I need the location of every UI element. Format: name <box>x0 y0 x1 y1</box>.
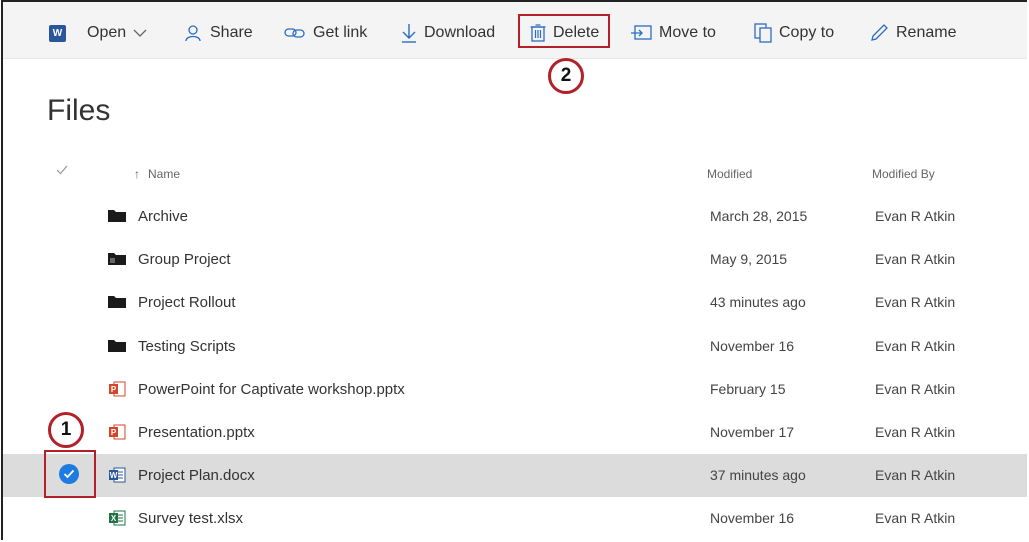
copy-to-button[interactable]: Copy to <box>754 20 834 46</box>
download-button[interactable]: Download <box>401 20 495 46</box>
excel-file-icon: X <box>108 509 126 526</box>
file-modified: 37 minutes ago <box>710 467 806 483</box>
file-name[interactable]: Project Plan.docx <box>138 467 255 484</box>
file-modified-by: Evan R Atkin <box>875 381 956 397</box>
sort-arrow-up-icon: ↑ <box>134 167 140 181</box>
command-bar: W Open Share Get link Download Delete Mo… <box>3 2 1027 59</box>
file-name[interactable]: Archive <box>138 208 188 225</box>
rename-button[interactable]: Rename <box>869 20 956 46</box>
open-label: Open <box>87 24 127 41</box>
row-select-highlight-box <box>44 450 96 498</box>
copy-icon <box>754 23 772 43</box>
chevron-down-icon <box>133 28 147 38</box>
file-row[interactable]: Group Project May 9, 2015 Evan R Atkin <box>3 238 1027 281</box>
share-label: Share <box>210 24 253 41</box>
file-name[interactable]: Survey test.xlsx <box>138 510 243 527</box>
file-modified: November 16 <box>710 510 795 526</box>
file-modified: 43 minutes ago <box>710 294 806 310</box>
move-to-button[interactable]: Move to <box>630 20 716 46</box>
file-row[interactable]: P PowerPoint for Captivate workshop.pptx F… <box>3 368 1027 411</box>
row-checkbox-checked[interactable] <box>59 464 79 484</box>
file-name[interactable]: PowerPoint for Captivate workshop.pptx <box>138 381 405 398</box>
download-icon <box>401 23 417 43</box>
file-modified-by: Evan R Atkin <box>875 338 956 354</box>
folder-icon <box>108 293 126 309</box>
file-modified-by: Evan R Atkin <box>875 467 956 483</box>
file-modified-by: Evan R Atkin <box>875 294 956 310</box>
file-modified-by: Evan R Atkin <box>875 251 956 267</box>
file-modified: May 9, 2015 <box>710 251 788 267</box>
file-modified-by: Evan R Atkin <box>875 510 956 526</box>
file-modified-by: Evan R Atkin <box>875 424 956 440</box>
get-link-label: Get link <box>313 24 368 41</box>
column-header-name[interactable]: ↑ Name <box>134 167 180 181</box>
folder-icon <box>108 207 126 223</box>
file-row[interactable]: X Survey test.xlsx November 16 Evan R Atkin <box>3 497 1027 540</box>
callout-2: 2 <box>548 58 584 94</box>
callout-1: 1 <box>48 412 84 448</box>
svg-text:P: P <box>111 428 117 437</box>
share-button[interactable]: Share <box>183 20 253 46</box>
file-row[interactable]: Project Rollout 43 minutes ago Evan R Atki… <box>3 281 1027 324</box>
link-icon <box>284 26 306 40</box>
rename-label: Rename <box>896 24 957 41</box>
svg-text:W: W <box>110 471 118 480</box>
word-file-icon: W <box>108 466 126 483</box>
delete-highlight-box <box>518 14 610 48</box>
file-row[interactable]: Archive March 28, 2015 Evan R Atkin <box>3 195 1027 238</box>
shared-folder-icon <box>108 250 126 266</box>
copy-to-label: Copy to <box>779 24 835 41</box>
powerpoint-file-icon: P <box>108 423 126 440</box>
pencil-icon <box>869 23 889 43</box>
file-row[interactable]: P Presentation.pptx November 17 Evan R Atki… <box>3 411 1027 454</box>
page-title: Files <box>47 94 111 127</box>
file-row[interactable]: Testing Scripts November 16 Evan R Atkin <box>3 325 1027 368</box>
column-header-modified-by[interactable]: Modified By <box>872 167 935 181</box>
open-button[interactable]: W Open <box>49 20 147 46</box>
powerpoint-file-icon: P <box>108 380 126 397</box>
file-name[interactable]: Project Rollout <box>138 294 236 311</box>
file-row[interactable]: W Project Plan.docx 37 minutes ago Evan R A… <box>3 454 1027 497</box>
download-label: Download <box>424 24 496 41</box>
file-name[interactable]: Testing Scripts <box>138 338 236 355</box>
file-modified: February 15 <box>710 381 786 397</box>
file-name[interactable]: Presentation.pptx <box>138 424 255 441</box>
file-modified: November 17 <box>710 424 795 440</box>
folder-icon <box>108 337 126 353</box>
share-icon <box>183 24 203 42</box>
word-icon: W <box>49 24 66 42</box>
file-modified: November 16 <box>710 338 795 354</box>
checkmark-icon <box>63 469 75 479</box>
column-header-modified[interactable]: Modified <box>707 167 752 181</box>
select-all-checkmark-icon[interactable] <box>56 164 68 178</box>
column-header-name-label: Name <box>148 167 181 181</box>
move-to-label: Move to <box>659 24 716 41</box>
svg-text:X: X <box>111 514 117 523</box>
file-name[interactable]: Group Project <box>138 251 231 268</box>
svg-text:P: P <box>111 385 117 394</box>
file-modified: March 28, 2015 <box>710 208 808 224</box>
move-to-icon <box>630 25 652 41</box>
file-modified-by: Evan R Atkin <box>875 208 956 224</box>
get-link-button[interactable]: Get link <box>284 20 367 46</box>
